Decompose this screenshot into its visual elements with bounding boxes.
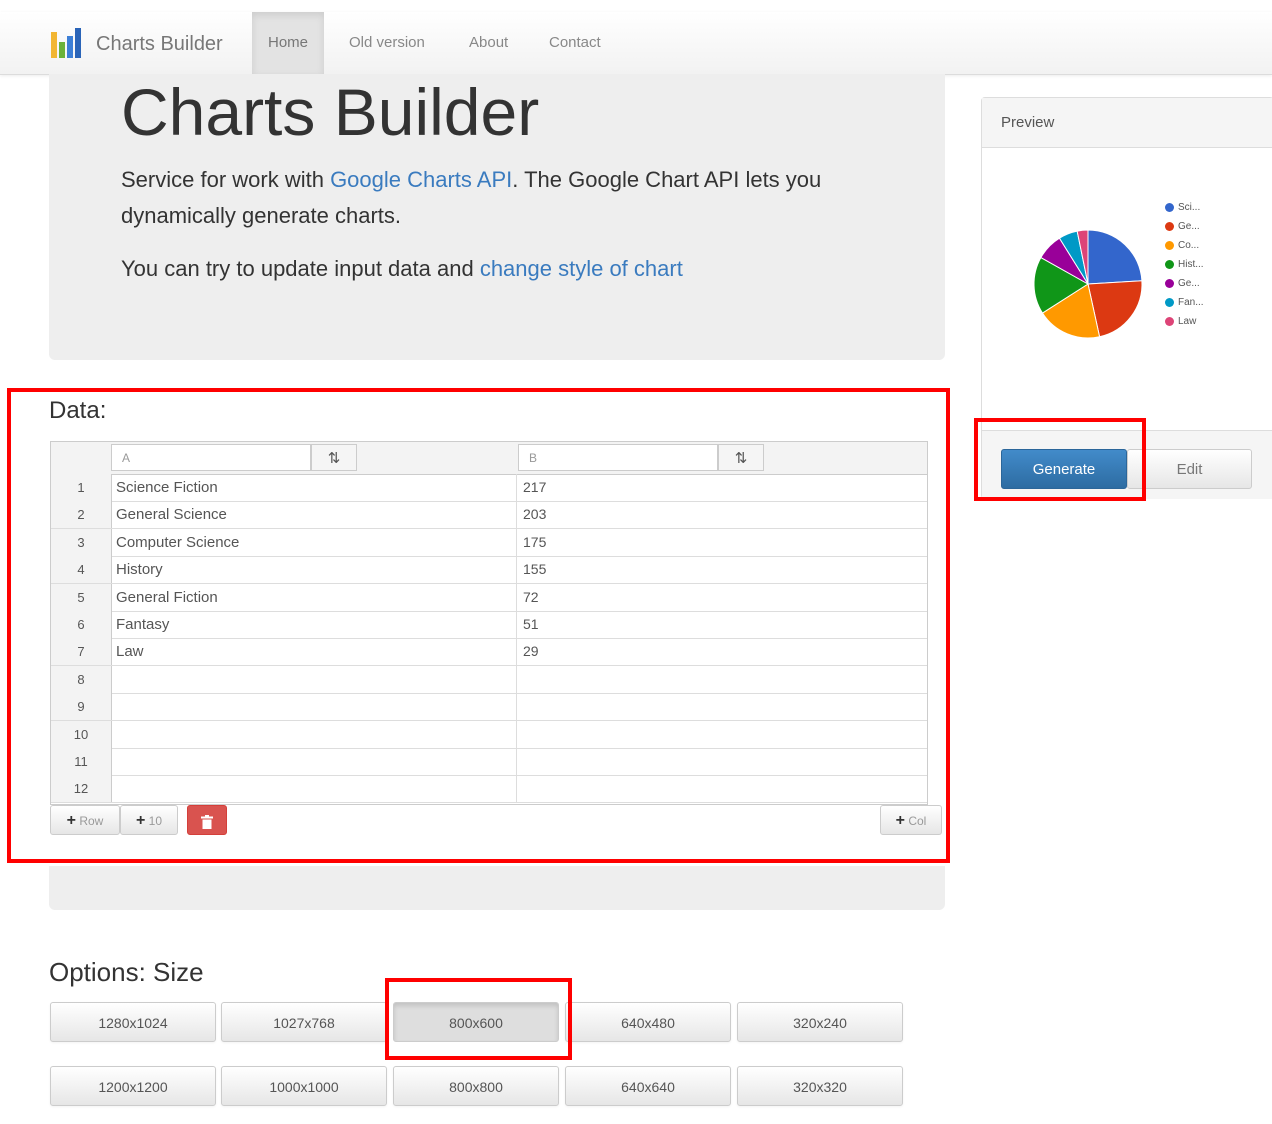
legend-item: Ge... [1165, 220, 1200, 234]
legend-color-dot [1165, 316, 1174, 326]
legend-color-dot [1165, 259, 1174, 269]
legend-label: Ge... [1178, 278, 1200, 289]
nav-old-version[interactable]: Old version [333, 12, 441, 74]
size-button[interactable]: 640x640 [565, 1066, 731, 1106]
legend-color-dot [1165, 297, 1174, 307]
size-button[interactable]: 800x800 [393, 1066, 559, 1106]
size-button[interactable]: 1200x1200 [50, 1066, 216, 1106]
size-button[interactable]: 320x320 [737, 1066, 903, 1106]
size-button[interactable]: 1027x768 [221, 1002, 387, 1042]
nav-contact[interactable]: Contact [533, 12, 617, 74]
hero-description: Service for work with Google Charts API.… [121, 162, 861, 234]
preview-pie-chart [1033, 229, 1143, 339]
legend-item: Fan... [1165, 296, 1204, 310]
legend-item: Co... [1165, 239, 1199, 253]
legend-item: Law [1165, 315, 1196, 329]
legend-color-dot [1165, 240, 1174, 250]
hero-text: Service for work with [121, 167, 331, 192]
brand[interactable]: Charts Builder [50, 28, 223, 60]
hero: Charts Builder Service for work with Goo… [49, 74, 945, 360]
size-button[interactable]: 640x480 [565, 1002, 731, 1042]
legend-label: Fan... [1178, 297, 1204, 308]
change-style-link[interactable]: change style of chart [480, 256, 683, 281]
highlight-size-800x600 [385, 978, 572, 1060]
hero-text: You can try to update input data and [121, 256, 480, 281]
legend-item: Sci... [1165, 201, 1200, 215]
legend-item: Hist... [1165, 258, 1204, 272]
options-size-title: Options: Size [49, 957, 204, 987]
legend-label: Co... [1178, 240, 1200, 251]
legend-color-dot [1165, 202, 1174, 212]
data-panel-bottom [49, 866, 945, 910]
legend-item: Ge... [1165, 277, 1200, 291]
legend-color-dot [1165, 221, 1174, 231]
chart-logo-icon [50, 28, 84, 60]
legend-color-dot [1165, 278, 1174, 288]
nav-about[interactable]: About [453, 12, 524, 74]
legend-label: Sci... [1178, 202, 1201, 213]
preview-title: Preview [1001, 114, 1055, 131]
pie-slice [1087, 229, 1143, 285]
highlight-generate-button [974, 418, 1146, 501]
preview-header: Preview [982, 98, 1272, 148]
size-button[interactable]: 1280x1024 [50, 1002, 216, 1042]
hero-hint: You can try to update input data and cha… [121, 251, 861, 287]
legend-label: Hist... [1178, 259, 1204, 270]
nav-home[interactable]: Home [252, 12, 325, 74]
legend-label: Law [1178, 316, 1197, 327]
highlight-data-section [7, 388, 950, 863]
legend-label: Ge... [1178, 221, 1200, 232]
size-button[interactable]: 1000x1000 [221, 1066, 387, 1106]
brand-name: Charts Builder [96, 32, 223, 55]
navbar: Charts Builder Home Old version About Co… [0, 12, 1272, 75]
google-charts-api-link[interactable]: Google Charts API [330, 167, 512, 192]
size-button[interactable]: 320x240 [737, 1002, 903, 1042]
hero-title: Charts Builder [121, 75, 540, 149]
